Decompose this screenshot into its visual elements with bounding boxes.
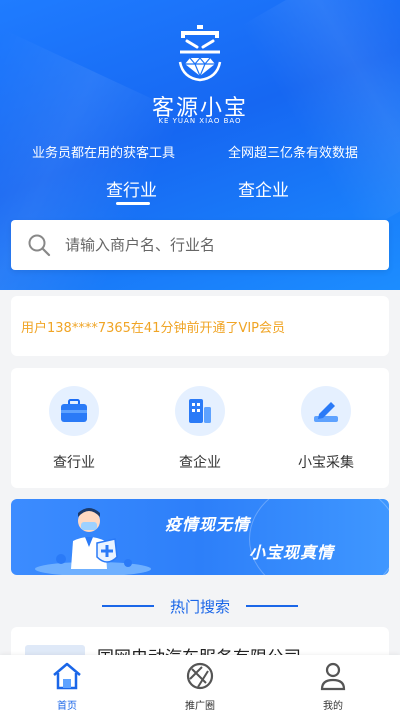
tab-search-company[interactable]: 查企业 [238, 176, 289, 201]
home-icon [53, 662, 81, 690]
app-logo-icon [178, 25, 222, 82]
slogan-left: 业务员都在用的获客工具 [32, 146, 176, 161]
nav-home[interactable]: 首页 [27, 661, 107, 711]
tab-search-industry[interactable]: 查行业 [106, 176, 157, 201]
banner-decoration [249, 499, 389, 575]
slogan-right: 全网超三亿条有效数据 [228, 146, 359, 161]
nav-mine[interactable]: 我的 [293, 661, 373, 711]
search-bar[interactable] [11, 220, 389, 270]
bottom-navigation: 首页 推广圈 我的 [0, 655, 400, 711]
hot-title-divider [246, 605, 298, 607]
user-icon [320, 662, 346, 691]
quick-action-search-company[interactable]: 查企业 [160, 386, 240, 472]
nav-label: 我的 [323, 701, 343, 711]
doctor-illustration-icon [35, 508, 151, 575]
quick-action-xiaobao-collect[interactable]: 小宝采集 [286, 386, 366, 472]
quick-action-label: 查行业 [53, 455, 95, 471]
quick-actions-panel: 查行业 查企业 小宝采集 [11, 368, 389, 488]
banner-line-2: 小宝现真情 [249, 543, 335, 562]
vip-notice: 用户138****7365在41分钟前开通了VIP会员 [11, 296, 389, 356]
search-icon [28, 234, 51, 257]
app-subtitle: KE YUAN XIAO BAO [158, 117, 242, 125]
quick-action-label: 查企业 [179, 455, 221, 471]
promo-banner[interactable]: 疫情现无情 小宝现真情 [11, 499, 389, 575]
quick-action-search-industry[interactable]: 查行业 [34, 386, 114, 472]
vip-notice-text: 用户138****7365在41分钟前开通了VIP会员 [21, 320, 286, 336]
quick-action-label: 小宝采集 [298, 455, 354, 471]
promotion-circle-icon [186, 662, 214, 690]
search-input[interactable] [65, 236, 365, 254]
building-icon [175, 386, 225, 436]
hot-search-title: 热门搜索 [169, 598, 230, 616]
nav-label: 首页 [57, 701, 77, 711]
banner-line-1: 疫情现无情 [165, 515, 251, 534]
active-tab-indicator [116, 202, 150, 205]
edit-icon [301, 386, 351, 436]
nav-label: 推广圈 [185, 701, 215, 711]
briefcase-icon [49, 386, 99, 436]
nav-promotion-circle[interactable]: 推广圈 [160, 661, 240, 711]
